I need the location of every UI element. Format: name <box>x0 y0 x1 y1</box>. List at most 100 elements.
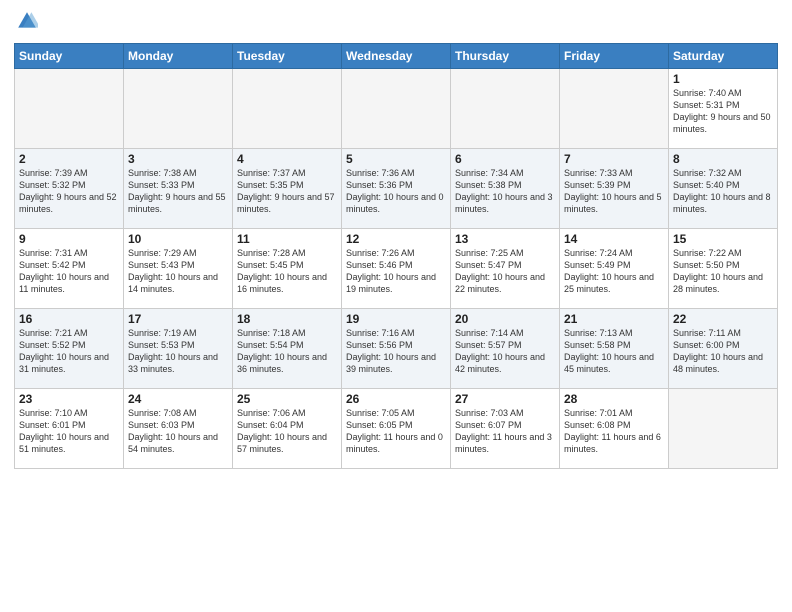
day-number: 4 <box>237 152 337 166</box>
day-info: Sunrise: 7:34 AM Sunset: 5:38 PM Dayligh… <box>455 167 555 216</box>
weekday-header-saturday: Saturday <box>669 44 778 69</box>
day-number: 16 <box>19 312 119 326</box>
calendar-cell: 28Sunrise: 7:01 AM Sunset: 6:08 PM Dayli… <box>560 389 669 469</box>
calendar-cell: 11Sunrise: 7:28 AM Sunset: 5:45 PM Dayli… <box>233 229 342 309</box>
day-info: Sunrise: 7:39 AM Sunset: 5:32 PM Dayligh… <box>19 167 119 216</box>
calendar-cell: 21Sunrise: 7:13 AM Sunset: 5:58 PM Dayli… <box>560 309 669 389</box>
day-number: 12 <box>346 232 446 246</box>
calendar-cell: 14Sunrise: 7:24 AM Sunset: 5:49 PM Dayli… <box>560 229 669 309</box>
calendar-cell: 25Sunrise: 7:06 AM Sunset: 6:04 PM Dayli… <box>233 389 342 469</box>
calendar-cell: 24Sunrise: 7:08 AM Sunset: 6:03 PM Dayli… <box>124 389 233 469</box>
calendar-cell: 22Sunrise: 7:11 AM Sunset: 6:00 PM Dayli… <box>669 309 778 389</box>
weekday-header-row: SundayMondayTuesdayWednesdayThursdayFrid… <box>15 44 778 69</box>
calendar-week-row: 16Sunrise: 7:21 AM Sunset: 5:52 PM Dayli… <box>15 309 778 389</box>
weekday-header-sunday: Sunday <box>15 44 124 69</box>
day-number: 17 <box>128 312 228 326</box>
day-info: Sunrise: 7:03 AM Sunset: 6:07 PM Dayligh… <box>455 407 555 456</box>
day-info: Sunrise: 7:33 AM Sunset: 5:39 PM Dayligh… <box>564 167 664 216</box>
day-info: Sunrise: 7:22 AM Sunset: 5:50 PM Dayligh… <box>673 247 773 296</box>
header-row <box>14 10 778 37</box>
day-number: 10 <box>128 232 228 246</box>
calendar-cell: 15Sunrise: 7:22 AM Sunset: 5:50 PM Dayli… <box>669 229 778 309</box>
day-info: Sunrise: 7:28 AM Sunset: 5:45 PM Dayligh… <box>237 247 337 296</box>
calendar-cell <box>560 69 669 149</box>
day-number: 9 <box>19 232 119 246</box>
day-number: 5 <box>346 152 446 166</box>
weekday-header-tuesday: Tuesday <box>233 44 342 69</box>
calendar-cell: 20Sunrise: 7:14 AM Sunset: 5:57 PM Dayli… <box>451 309 560 389</box>
weekday-header-thursday: Thursday <box>451 44 560 69</box>
day-number: 11 <box>237 232 337 246</box>
calendar-cell <box>233 69 342 149</box>
calendar-cell: 18Sunrise: 7:18 AM Sunset: 5:54 PM Dayli… <box>233 309 342 389</box>
day-info: Sunrise: 7:25 AM Sunset: 5:47 PM Dayligh… <box>455 247 555 296</box>
logo <box>14 10 38 37</box>
weekday-header-friday: Friday <box>560 44 669 69</box>
day-info: Sunrise: 7:06 AM Sunset: 6:04 PM Dayligh… <box>237 407 337 456</box>
day-number: 27 <box>455 392 555 406</box>
calendar-cell: 3Sunrise: 7:38 AM Sunset: 5:33 PM Daylig… <box>124 149 233 229</box>
calendar-cell: 27Sunrise: 7:03 AM Sunset: 6:07 PM Dayli… <box>451 389 560 469</box>
day-info: Sunrise: 7:01 AM Sunset: 6:08 PM Dayligh… <box>564 407 664 456</box>
day-number: 20 <box>455 312 555 326</box>
calendar-cell <box>124 69 233 149</box>
day-number: 8 <box>673 152 773 166</box>
calendar-cell: 23Sunrise: 7:10 AM Sunset: 6:01 PM Dayli… <box>15 389 124 469</box>
calendar-cell: 13Sunrise: 7:25 AM Sunset: 5:47 PM Dayli… <box>451 229 560 309</box>
day-info: Sunrise: 7:40 AM Sunset: 5:31 PM Dayligh… <box>673 87 773 136</box>
day-number: 18 <box>237 312 337 326</box>
calendar-cell <box>669 389 778 469</box>
calendar-cell: 1Sunrise: 7:40 AM Sunset: 5:31 PM Daylig… <box>669 69 778 149</box>
calendar-cell: 19Sunrise: 7:16 AM Sunset: 5:56 PM Dayli… <box>342 309 451 389</box>
calendar-week-row: 1Sunrise: 7:40 AM Sunset: 5:31 PM Daylig… <box>15 69 778 149</box>
weekday-header-monday: Monday <box>124 44 233 69</box>
day-number: 6 <box>455 152 555 166</box>
calendar-cell: 9Sunrise: 7:31 AM Sunset: 5:42 PM Daylig… <box>15 229 124 309</box>
day-info: Sunrise: 7:14 AM Sunset: 5:57 PM Dayligh… <box>455 327 555 376</box>
calendar-cell <box>342 69 451 149</box>
day-info: Sunrise: 7:38 AM Sunset: 5:33 PM Dayligh… <box>128 167 228 216</box>
day-info: Sunrise: 7:08 AM Sunset: 6:03 PM Dayligh… <box>128 407 228 456</box>
calendar-cell: 16Sunrise: 7:21 AM Sunset: 5:52 PM Dayli… <box>15 309 124 389</box>
calendar-cell: 4Sunrise: 7:37 AM Sunset: 5:35 PM Daylig… <box>233 149 342 229</box>
day-number: 1 <box>673 72 773 86</box>
day-info: Sunrise: 7:05 AM Sunset: 6:05 PM Dayligh… <box>346 407 446 456</box>
day-info: Sunrise: 7:24 AM Sunset: 5:49 PM Dayligh… <box>564 247 664 296</box>
day-info: Sunrise: 7:11 AM Sunset: 6:00 PM Dayligh… <box>673 327 773 376</box>
day-number: 21 <box>564 312 664 326</box>
main-container: SundayMondayTuesdayWednesdayThursdayFrid… <box>0 0 792 477</box>
day-number: 15 <box>673 232 773 246</box>
day-info: Sunrise: 7:37 AM Sunset: 5:35 PM Dayligh… <box>237 167 337 216</box>
logo-icon <box>16 10 38 32</box>
day-info: Sunrise: 7:18 AM Sunset: 5:54 PM Dayligh… <box>237 327 337 376</box>
day-number: 25 <box>237 392 337 406</box>
day-info: Sunrise: 7:16 AM Sunset: 5:56 PM Dayligh… <box>346 327 446 376</box>
day-number: 3 <box>128 152 228 166</box>
calendar-cell <box>15 69 124 149</box>
day-number: 14 <box>564 232 664 246</box>
calendar-cell: 7Sunrise: 7:33 AM Sunset: 5:39 PM Daylig… <box>560 149 669 229</box>
day-number: 26 <box>346 392 446 406</box>
day-info: Sunrise: 7:10 AM Sunset: 6:01 PM Dayligh… <box>19 407 119 456</box>
day-info: Sunrise: 7:32 AM Sunset: 5:40 PM Dayligh… <box>673 167 773 216</box>
day-number: 7 <box>564 152 664 166</box>
day-number: 13 <box>455 232 555 246</box>
calendar-week-row: 23Sunrise: 7:10 AM Sunset: 6:01 PM Dayli… <box>15 389 778 469</box>
calendar-cell: 5Sunrise: 7:36 AM Sunset: 5:36 PM Daylig… <box>342 149 451 229</box>
weekday-header-wednesday: Wednesday <box>342 44 451 69</box>
calendar-cell: 17Sunrise: 7:19 AM Sunset: 5:53 PM Dayli… <box>124 309 233 389</box>
day-info: Sunrise: 7:19 AM Sunset: 5:53 PM Dayligh… <box>128 327 228 376</box>
day-info: Sunrise: 7:29 AM Sunset: 5:43 PM Dayligh… <box>128 247 228 296</box>
day-number: 22 <box>673 312 773 326</box>
day-info: Sunrise: 7:26 AM Sunset: 5:46 PM Dayligh… <box>346 247 446 296</box>
day-number: 2 <box>19 152 119 166</box>
day-number: 19 <box>346 312 446 326</box>
day-info: Sunrise: 7:31 AM Sunset: 5:42 PM Dayligh… <box>19 247 119 296</box>
calendar-cell: 10Sunrise: 7:29 AM Sunset: 5:43 PM Dayli… <box>124 229 233 309</box>
calendar-cell: 12Sunrise: 7:26 AM Sunset: 5:46 PM Dayli… <box>342 229 451 309</box>
day-number: 24 <box>128 392 228 406</box>
calendar-cell: 8Sunrise: 7:32 AM Sunset: 5:40 PM Daylig… <box>669 149 778 229</box>
day-info: Sunrise: 7:13 AM Sunset: 5:58 PM Dayligh… <box>564 327 664 376</box>
calendar-table: SundayMondayTuesdayWednesdayThursdayFrid… <box>14 43 778 469</box>
calendar-cell <box>451 69 560 149</box>
